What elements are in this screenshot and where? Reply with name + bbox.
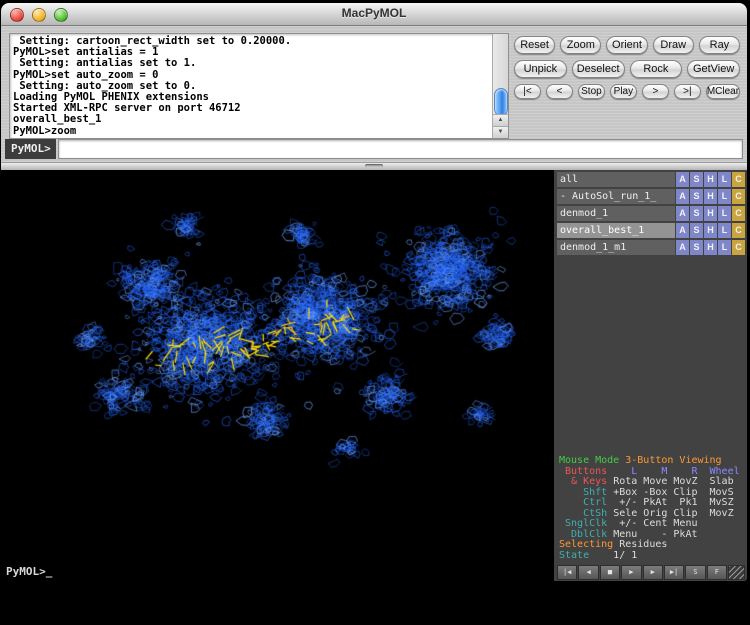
toolbar-button-zoom[interactable]: Zoom	[560, 36, 601, 54]
object-button-s[interactable]: S	[690, 172, 703, 187]
toolbar-button-ray[interactable]: Ray	[699, 36, 740, 54]
mouse-panel-line: State 1/ 1	[559, 551, 745, 562]
object-button-l[interactable]: L	[718, 206, 731, 221]
vcr-button-0[interactable]: |◀	[557, 565, 577, 580]
object-button-s[interactable]: S	[690, 240, 703, 255]
object-button-c[interactable]: C	[732, 172, 745, 187]
command-input[interactable]	[58, 139, 743, 159]
viewport-canvas[interactable]	[1, 170, 554, 581]
toolbar-button-reset[interactable]: Reset	[514, 36, 555, 54]
console-log: Setting: cartoon_rect_width set to 0.200…	[10, 34, 492, 138]
object-button-h[interactable]: H	[704, 223, 717, 238]
toolbar-button-play[interactable]: Play	[610, 84, 637, 99]
vcr-button-4[interactable]: ▶	[643, 565, 663, 580]
object-button-s[interactable]: S	[690, 223, 703, 238]
object-button-h[interactable]: H	[704, 206, 717, 221]
object-name[interactable]: all	[557, 172, 675, 187]
object-row: - AutoSol_run_1_ASHLC	[557, 189, 745, 204]
viewport-command-prompt: PyMOL>_	[6, 565, 52, 578]
toolbar-button-stop[interactable]: Stop	[578, 84, 605, 99]
window-title: MacPyMOL	[1, 6, 747, 20]
object-button-a[interactable]: A	[676, 240, 689, 255]
object-button-l[interactable]: L	[718, 223, 731, 238]
object-name[interactable]: denmod_1	[557, 206, 675, 221]
side-panel: allASHLC- AutoSol_run_1_ASHLCdenmod_1ASH…	[554, 170, 747, 581]
toolbar-button-rock[interactable]: Rock	[630, 60, 683, 78]
object-button-h[interactable]: H	[704, 172, 717, 187]
console-scrollbar[interactable]: ▲ ▼	[492, 34, 508, 138]
splitter-dimple[interactable]	[365, 164, 383, 168]
toolbar-button-nav-5[interactable]: >|	[674, 84, 701, 99]
vcr-controls: |◀◀■▶▶▶|SF	[557, 565, 745, 580]
object-button-a[interactable]: A	[676, 189, 689, 204]
object-row: allASHLC	[557, 172, 745, 187]
object-button-s[interactable]: S	[690, 189, 703, 204]
vcr-button-5[interactable]: ▶|	[664, 565, 684, 580]
vcr-button-7[interactable]: F	[707, 565, 727, 580]
toolbar-button-nav-4[interactable]: >	[642, 84, 669, 99]
toolbar-button-nav-1[interactable]: <	[546, 84, 573, 99]
command-row: PyMOL>	[1, 139, 747, 159]
object-button-l[interactable]: L	[718, 172, 731, 187]
object-name[interactable]: overall_best_1	[557, 223, 675, 238]
main-area: PyMOL>_ allASHLC- AutoSol_run_1_ASHLCden…	[1, 170, 747, 581]
object-list: allASHLC- AutoSol_run_1_ASHLCdenmod_1ASH…	[557, 172, 745, 257]
object-button-l[interactable]: L	[718, 240, 731, 255]
vcr-button-1[interactable]: ◀	[578, 565, 598, 580]
command-prompt-label: PyMOL>	[5, 139, 56, 159]
vcr-button-6[interactable]: S	[685, 565, 705, 580]
console-line: overall_best_1	[13, 114, 489, 125]
toolbar-button-deselect[interactable]: Deselect	[572, 60, 625, 78]
object-button-a[interactable]: A	[676, 172, 689, 187]
object-name[interactable]: - AutoSol_run_1_	[557, 189, 675, 204]
console-line: Setting: antialias set to 1.	[13, 58, 489, 69]
object-name[interactable]: denmod_1_m1	[557, 240, 675, 255]
toolbar-button-getview[interactable]: GetView	[687, 60, 740, 78]
toolbar-button-orient[interactable]: Orient	[606, 36, 647, 54]
toolbar-button-unpick[interactable]: Unpick	[514, 60, 567, 78]
scroll-down-icon[interactable]: ▼	[493, 126, 508, 138]
splitter[interactable]	[1, 162, 747, 170]
toolbar-button-draw[interactable]: Draw	[653, 36, 694, 54]
object-button-l[interactable]: L	[718, 189, 731, 204]
viewport[interactable]: PyMOL>_	[1, 170, 554, 581]
object-button-a[interactable]: A	[676, 206, 689, 221]
app: { "window": { "title": "MacPyMOL" }, "co…	[0, 0, 750, 625]
pymol-window: MacPyMOL Setting: cartoon_rect_width set…	[1, 3, 747, 581]
console-box: Setting: cartoon_rect_width set to 0.200…	[9, 33, 509, 139]
object-button-h[interactable]: H	[704, 240, 717, 255]
scroll-up-icon[interactable]: ▲	[493, 114, 508, 126]
toolbar-button-nav-0[interactable]: |<	[514, 84, 541, 99]
object-row: denmod_1ASHLC	[557, 206, 745, 221]
object-button-h[interactable]: H	[704, 189, 717, 204]
toolbar-button-mclear[interactable]: MClear	[706, 84, 740, 99]
upper-gui: Setting: cartoon_rect_width set to 0.200…	[1, 26, 747, 162]
vcr-button-3[interactable]: ▶	[621, 565, 641, 580]
scrollbar-thumb[interactable]	[494, 88, 508, 116]
object-button-c[interactable]: C	[732, 223, 745, 238]
object-button-c[interactable]: C	[732, 189, 745, 204]
vcr-button-2[interactable]: ■	[600, 565, 620, 580]
object-button-s[interactable]: S	[690, 206, 703, 221]
titlebar[interactable]: MacPyMOL	[1, 3, 747, 26]
toolbar: Reset Zoom Orient Draw Ray Unpick Deselect Rock…	[514, 36, 740, 105]
mouse-panel: Mouse Mode 3-Button Viewing Buttons L M …	[557, 454, 745, 563]
console-line: PyMOL>zoom	[13, 126, 489, 137]
object-row: denmod_1_m1ASHLC	[557, 240, 745, 255]
object-button-c[interactable]: C	[732, 206, 745, 221]
resize-grip[interactable]	[728, 565, 745, 580]
object-button-c[interactable]: C	[732, 240, 745, 255]
object-row: overall_best_1ASHLC	[557, 223, 745, 238]
object-button-a[interactable]: A	[676, 223, 689, 238]
